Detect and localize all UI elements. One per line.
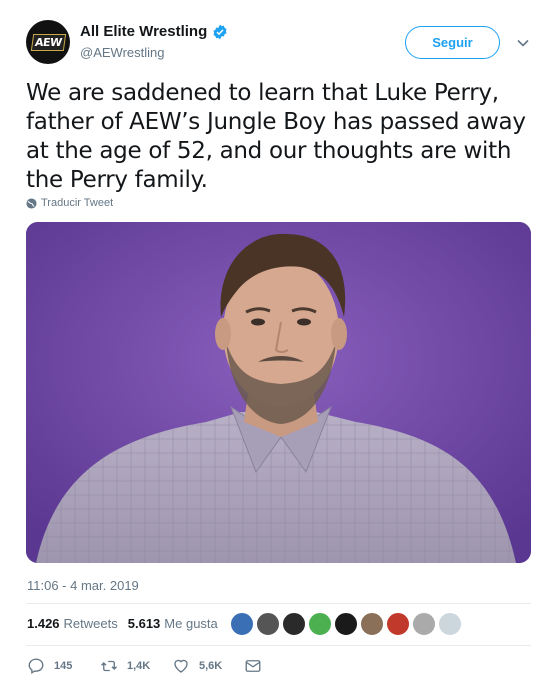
portrait-photo: [26, 222, 531, 563]
retweet-button[interactable]: 1,4K: [100, 657, 150, 675]
translate-label: Traducir Tweet: [41, 197, 114, 209]
likes-label[interactable]: Me gusta: [164, 616, 217, 631]
liker-avatar[interactable]: [360, 612, 384, 636]
liker-avatar[interactable]: [334, 612, 358, 636]
retweets-count[interactable]: 1.426: [27, 616, 60, 631]
divider: [26, 603, 531, 604]
retweets-label[interactable]: Retweets: [64, 616, 118, 631]
timestamp[interactable]: 11:06 - 4 mar. 2019: [27, 578, 139, 593]
like-button[interactable]: 5,6K: [172, 657, 222, 675]
tweet-header: AEW All Elite Wrestling @AEWrestling Seg…: [26, 18, 536, 68]
name-row: All Elite Wrestling: [80, 23, 228, 40]
heart-icon: [174, 659, 188, 673]
direct-message-button[interactable]: [244, 657, 271, 675]
retweet-icon: [101, 660, 117, 672]
liker-avatar[interactable]: [230, 612, 254, 636]
tweet-photo[interactable]: [26, 222, 531, 563]
verified-icon: [213, 24, 227, 39]
tweet-text: We are saddened to learn that Luke Perry…: [26, 80, 526, 193]
reply-count: 145: [54, 660, 73, 672]
reply-icon: [28, 658, 44, 674]
message-icon: [245, 660, 261, 672]
liker-avatar[interactable]: [386, 612, 410, 636]
avatar-logo: AEW: [30, 33, 66, 51]
likes-count[interactable]: 5.613: [128, 616, 161, 631]
like-count: 5,6K: [199, 660, 223, 672]
divider: [26, 645, 531, 646]
liker-avatar[interactable]: [438, 612, 462, 636]
handle[interactable]: @AEWrestling: [80, 45, 164, 60]
retweet-count: 1,4K: [127, 660, 151, 672]
reply-button[interactable]: 145: [27, 657, 72, 675]
liker-avatar[interactable]: [256, 612, 280, 636]
avatar[interactable]: AEW: [26, 20, 70, 64]
likers-avatars: [230, 612, 464, 636]
engagement-stats: 1.426 Retweets 5.613 Me gusta: [27, 616, 228, 631]
tweet-actions: 145 1,4K 5,6K: [27, 657, 287, 677]
follow-button[interactable]: Seguir: [405, 26, 500, 59]
liker-avatar[interactable]: [412, 612, 436, 636]
display-name[interactable]: All Elite Wrestling: [80, 23, 207, 40]
liker-avatar[interactable]: [308, 612, 332, 636]
translate-link[interactable]: Traducir Tweet: [26, 197, 113, 209]
globe-icon: [26, 197, 37, 209]
liker-avatar[interactable]: [282, 612, 306, 636]
chevron-down-icon[interactable]: [516, 36, 530, 50]
